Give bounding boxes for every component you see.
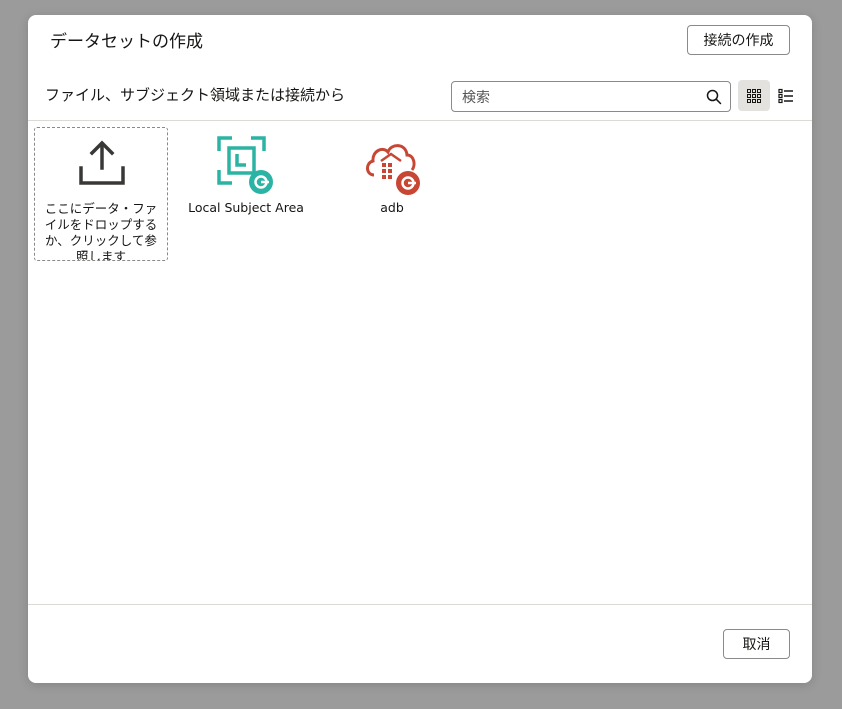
- grid-view-icon[interactable]: [738, 80, 770, 111]
- search-input[interactable]: 検索: [451, 81, 731, 112]
- dropzone-text: ここにデータ・ファイルをドロップするか、クリックして参照します: [44, 201, 158, 261]
- dialog-title: データセットの作成: [50, 32, 203, 52]
- source-adb[interactable]: adb: [332, 135, 452, 216]
- file-dropzone[interactable]: ここにデータ・ファイルをドロップするか、クリックして参照します: [34, 127, 168, 261]
- subject-area-icon: [216, 135, 276, 197]
- cloud-database-icon: [362, 135, 422, 197]
- create-connection-button[interactable]: 接続の作成: [687, 25, 790, 55]
- footer-divider: [28, 604, 812, 605]
- source-local-subject-area[interactable]: Local Subject Area: [186, 135, 306, 216]
- dialog-subtitle: ファイル、サブジェクト領域または接続から: [45, 86, 346, 104]
- source-label: Local Subject Area: [188, 200, 304, 215]
- upload-icon: [77, 138, 127, 192]
- create-dataset-dialog: データセットの作成 接続の作成 ファイル、サブジェクト領域または接続から 検索: [28, 15, 812, 683]
- header-divider: [28, 120, 812, 121]
- search-icon[interactable]: [706, 89, 722, 105]
- search-placeholder: 検索: [462, 89, 490, 106]
- source-label: adb: [380, 200, 404, 215]
- cancel-button[interactable]: 取消: [723, 629, 790, 659]
- list-view-icon[interactable]: [774, 80, 798, 111]
